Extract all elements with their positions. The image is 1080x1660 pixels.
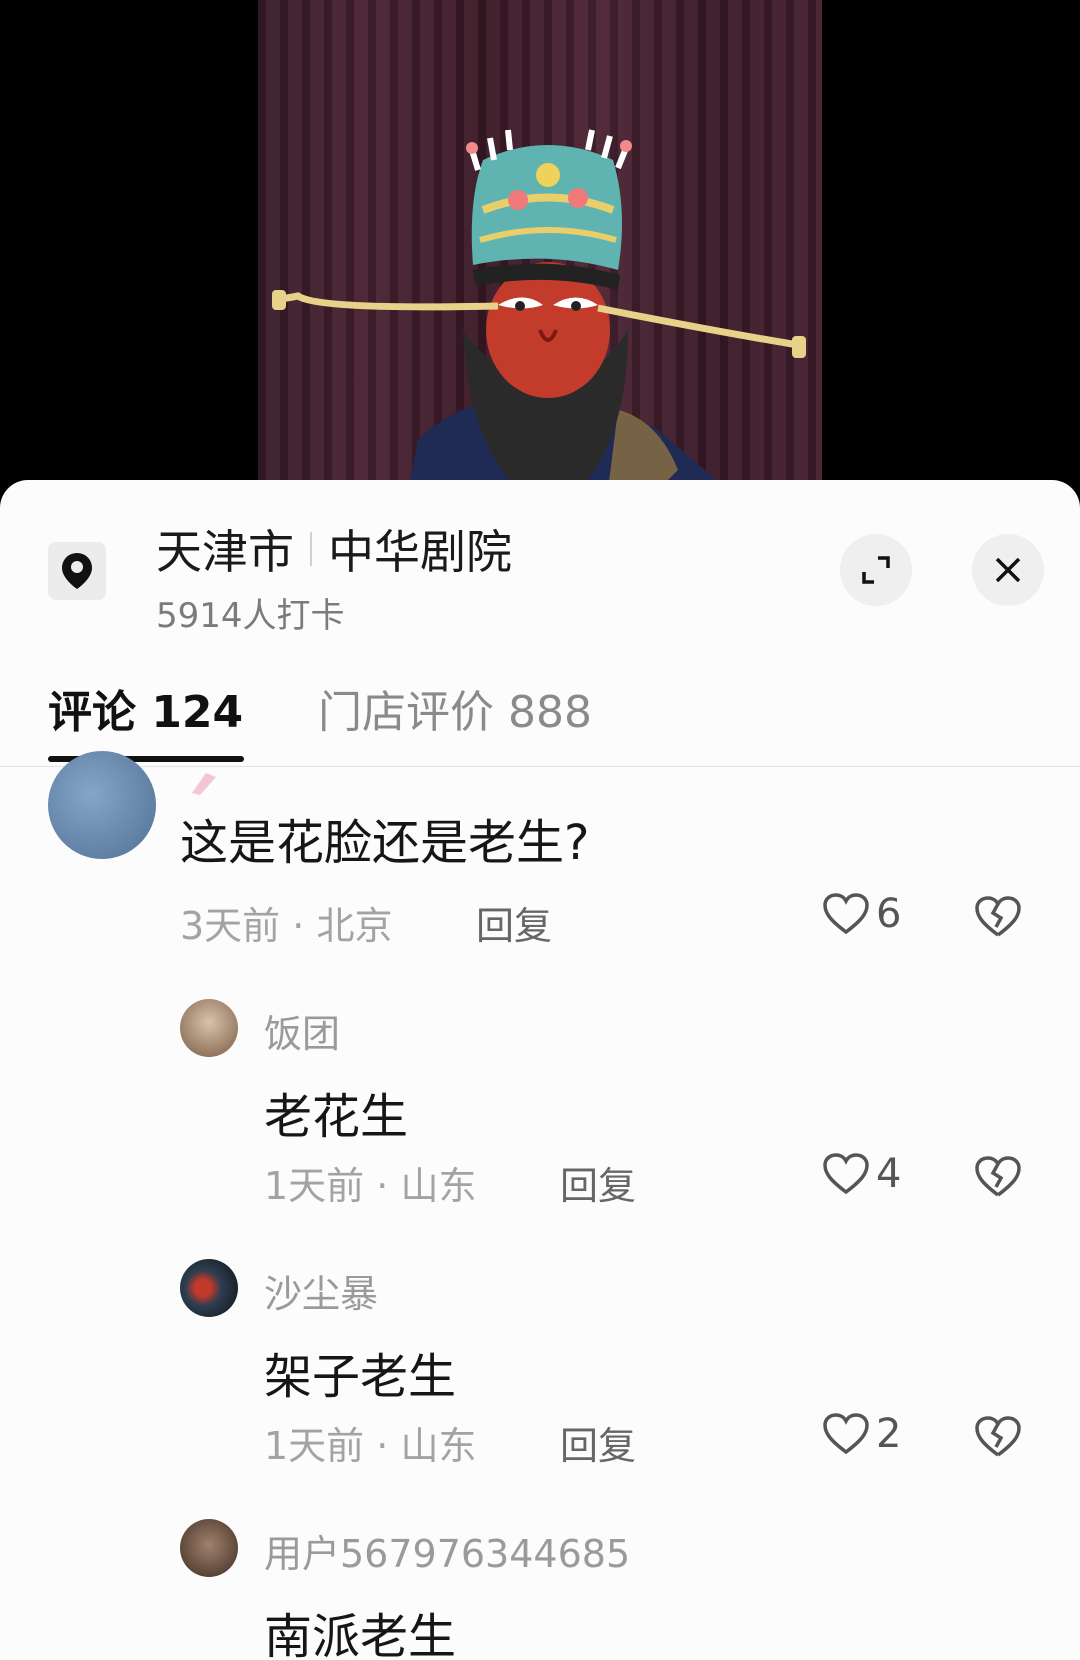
- comment-username[interactable]: 饭团: [264, 1003, 340, 1058]
- comment-text: 架子老生: [264, 1349, 457, 1405]
- comment-text: 老花生: [264, 1089, 409, 1145]
- close-button[interactable]: [972, 534, 1044, 606]
- broken-heart-icon[interactable]: [974, 895, 1022, 939]
- heart-icon: [823, 1413, 869, 1455]
- comment-meta: 3天前 · 北京: [180, 904, 393, 948]
- video-frame: [258, 0, 822, 490]
- broken-heart-icon[interactable]: [974, 1415, 1022, 1459]
- avatar[interactable]: [180, 1259, 238, 1317]
- tab-store-reviews[interactable]: 门店评价 888: [318, 676, 592, 740]
- comment-meta: 1天前 · 山东: [264, 1164, 477, 1208]
- close-icon: [995, 557, 1021, 583]
- location-header: 天津市 中华剧院 5914人打卡: [0, 480, 1080, 640]
- comment-username[interactable]: 沙尘暴: [264, 1263, 378, 1318]
- location-venue: 中华剧院: [328, 525, 512, 579]
- sticker-icon: [192, 773, 216, 795]
- like-count: 2: [876, 1411, 902, 1457]
- avatar[interactable]: [48, 751, 156, 859]
- avatar[interactable]: [180, 999, 238, 1057]
- tab-comments[interactable]: 评论 124: [48, 676, 243, 740]
- expand-button[interactable]: [840, 534, 912, 606]
- like-button[interactable]: 4: [822, 1151, 901, 1197]
- location-city: 天津市: [156, 525, 294, 579]
- like-count: 4: [876, 1151, 902, 1197]
- comment-meta: 1天前 · 山东: [264, 1424, 477, 1468]
- comment-text: 南派老生: [264, 1609, 457, 1660]
- performer-image: [272, 129, 806, 490]
- heart-icon: [823, 893, 869, 935]
- comment-username[interactable]: 用户567976344685: [264, 1523, 630, 1578]
- avatar[interactable]: [180, 1519, 238, 1577]
- location-pin-icon: [48, 542, 106, 600]
- tab-bar: 评论 124 门店评价 888: [0, 660, 1080, 767]
- reply-button[interactable]: 回复: [560, 1415, 636, 1470]
- title-divider: [310, 532, 312, 566]
- heart-icon: [823, 1153, 869, 1195]
- comment-list[interactable]: 这是花脸还是老生? 3天前 · 北京 回复 6 饭团 老花生 1天前 · 山东 …: [0, 751, 1080, 1660]
- checkin-count: 5914人打卡: [156, 596, 345, 636]
- location-title[interactable]: 天津市 中华剧院: [156, 516, 512, 582]
- comments-sheet: 天津市 中华剧院 5914人打卡 评论 124 门店评价 888 这是花脸还是老…: [0, 480, 1080, 1660]
- reply-button[interactable]: 回复: [476, 895, 552, 950]
- comment-text: 这是花脸还是老生?: [180, 815, 590, 871]
- video-player[interactable]: [0, 0, 1080, 500]
- broken-heart-icon[interactable]: [974, 1155, 1022, 1199]
- like-count: 6: [876, 891, 902, 937]
- expand-icon: [862, 556, 890, 584]
- reply-button[interactable]: 回复: [560, 1155, 636, 1210]
- like-button[interactable]: 2: [822, 1411, 901, 1457]
- like-button[interactable]: 6: [822, 891, 901, 937]
